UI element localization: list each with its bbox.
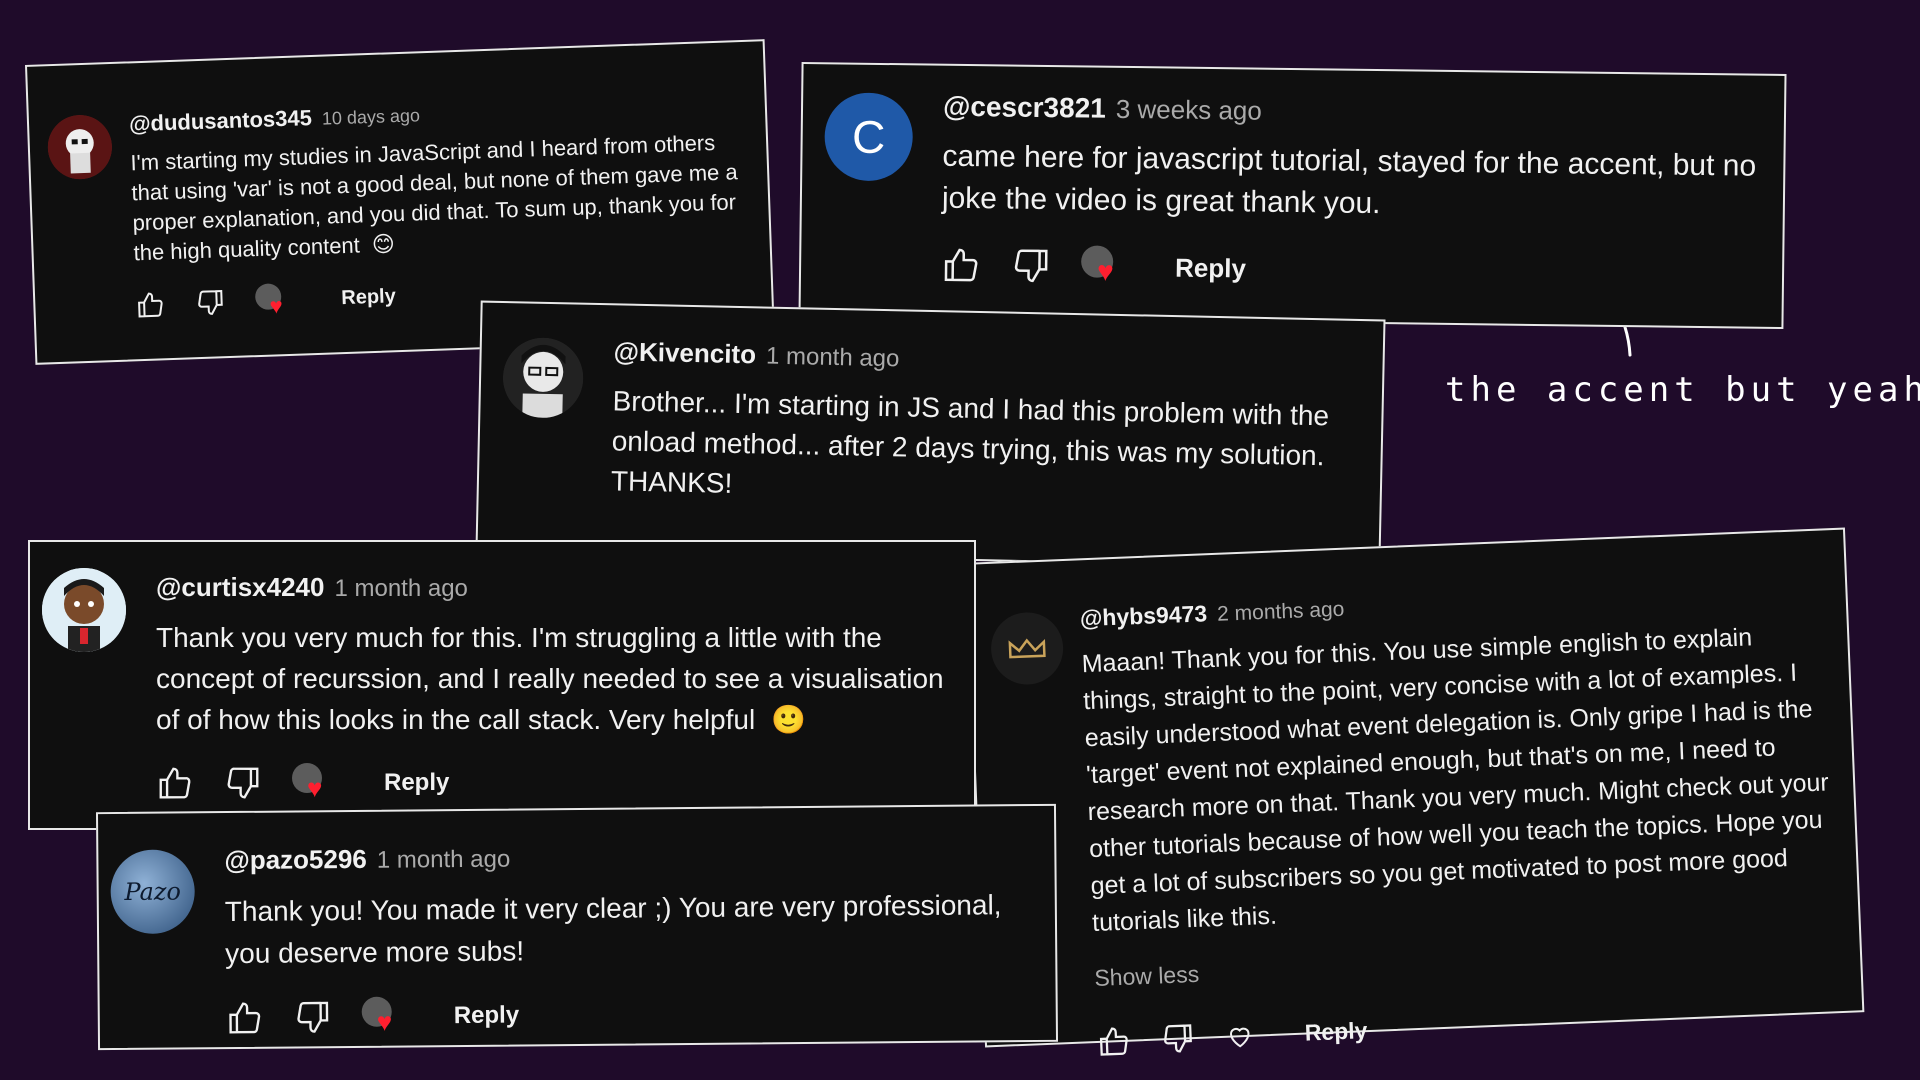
avatar-letter: C bbox=[851, 110, 886, 164]
thumbs-up-icon bbox=[1099, 1026, 1128, 1056]
comment-text-body: I'm starting my studies in JavaScript an… bbox=[130, 129, 739, 266]
dislike-button[interactable] bbox=[224, 764, 262, 802]
comment-time[interactable]: 1 month ago bbox=[377, 846, 511, 874]
slightly-smiling-emoji: 🙂 bbox=[770, 704, 806, 735]
comment-header: @curtisx4240 1 month ago bbox=[156, 566, 956, 609]
comment-card-hybs9473: @hybs9473 2 months ago Maaan! Thank you f… bbox=[965, 527, 1865, 1056]
comment-time[interactable]: 1 month ago bbox=[334, 575, 467, 602]
thumbs-up-icon bbox=[944, 248, 978, 282]
creator-heart: ♥ bbox=[254, 283, 292, 319]
like-button[interactable] bbox=[1096, 1023, 1131, 1058]
stormtrooper-avatar-icon bbox=[46, 114, 113, 181]
reply-button[interactable]: Reply bbox=[384, 762, 449, 803]
thumbs-down-icon bbox=[297, 1001, 329, 1033]
smiling-emoji: 😊 bbox=[371, 231, 396, 257]
comment-author[interactable]: @curtisx4240 bbox=[156, 572, 324, 602]
heart-icon: ♥ bbox=[376, 1006, 393, 1037]
person-glasses-avatar-icon bbox=[502, 337, 584, 419]
heart-button[interactable] bbox=[1224, 1020, 1255, 1051]
heart-icon: ♥ bbox=[1096, 255, 1114, 287]
user-avatar: Pazo bbox=[110, 849, 196, 935]
comment-header: @Kivencito 1 month ago bbox=[613, 331, 1354, 388]
dislike-button[interactable] bbox=[195, 287, 226, 318]
cartoon-person-avatar-icon bbox=[42, 568, 126, 652]
comment-card-pazo5296: Pazo @pazo5296 1 month ago Thank you! You… bbox=[95, 803, 1059, 1051]
comment-text: Thank you! You made it very clear ;) You… bbox=[224, 889, 1002, 970]
like-button[interactable] bbox=[226, 999, 264, 1037]
comment-time[interactable]: 3 weeks ago bbox=[1116, 94, 1262, 126]
comment-author[interactable]: @Kivencito bbox=[613, 336, 756, 369]
thumbs-up-icon bbox=[229, 1002, 261, 1034]
comment-text: I'm starting my studies in JavaScript an… bbox=[130, 127, 744, 268]
comment-card-cescr3821: C @cescr3821 3 weeks ago came here for ja… bbox=[798, 61, 1787, 330]
comment-author[interactable]: @cescr3821 bbox=[943, 91, 1106, 124]
comment-text: came here for javascript tutorial, staye… bbox=[941, 139, 1757, 221]
comment-card-curtisx4240: @curtisx4240 1 month ago Thank you very m… bbox=[28, 540, 976, 830]
comment-text: Brother... I'm starting in JS and I had … bbox=[610, 385, 1330, 499]
annotation-label: the accent but yeah bbox=[1445, 370, 1920, 410]
dislike-button[interactable] bbox=[1160, 1021, 1195, 1056]
comment-text-body: Thank you very much for this. I'm strugg… bbox=[156, 622, 944, 735]
thumbs-down-icon bbox=[1164, 1023, 1192, 1053]
comment-header: @pazo5296 1 month ago bbox=[224, 832, 1044, 883]
creator-heart: ♥ bbox=[361, 996, 404, 1037]
reply-button[interactable]: Reply bbox=[341, 281, 396, 313]
heart-outline-icon bbox=[1229, 1027, 1250, 1047]
comment-author[interactable]: @pazo5296 bbox=[224, 844, 367, 875]
comment-header: @cescr3821 3 weeks ago bbox=[943, 86, 1763, 138]
user-avatar: C bbox=[824, 92, 914, 182]
like-button[interactable] bbox=[156, 764, 194, 802]
show-less-button[interactable]: Show less bbox=[1094, 956, 1200, 997]
creator-heart: ♥ bbox=[292, 762, 334, 803]
comment-card-kivencito: @Kivencito 1 month ago Brother... I'm sta… bbox=[475, 300, 1386, 570]
thumbs-down-icon bbox=[198, 290, 223, 315]
dislike-button[interactable] bbox=[294, 998, 332, 1036]
user-avatar bbox=[989, 611, 1065, 686]
reply-button[interactable]: Reply bbox=[1175, 247, 1246, 290]
thumbs-down-icon bbox=[227, 767, 259, 798]
reply-button[interactable]: Reply bbox=[454, 995, 520, 1038]
crown-icon bbox=[1008, 638, 1046, 659]
dislike-button[interactable] bbox=[1011, 246, 1051, 286]
thumbs-up-icon bbox=[138, 292, 163, 318]
thumbs-down-icon bbox=[1014, 249, 1048, 283]
like-button[interactable] bbox=[941, 245, 981, 285]
thumbs-up-icon bbox=[159, 767, 191, 798]
user-avatar bbox=[46, 114, 113, 181]
reply-button[interactable]: Reply bbox=[1304, 1012, 1368, 1051]
comment-author[interactable]: @hybs9473 bbox=[1079, 600, 1207, 631]
comment-time[interactable]: 10 days ago bbox=[322, 105, 421, 128]
comment-author[interactable]: @dudusantos345 bbox=[129, 105, 313, 136]
annotation-text: the accent but yeah bbox=[1445, 370, 1920, 410]
heart-icon: ♥ bbox=[269, 293, 284, 319]
comment-text: Maaan! Thank you for this. You use simpl… bbox=[1081, 623, 1830, 938]
user-avatar bbox=[502, 337, 584, 419]
comment-time[interactable]: 2 months ago bbox=[1217, 598, 1345, 626]
comment-text: Thank you very much for this. I'm strugg… bbox=[156, 617, 956, 740]
comment-time[interactable]: 1 month ago bbox=[766, 343, 900, 373]
user-avatar bbox=[42, 568, 126, 652]
like-button[interactable] bbox=[135, 289, 166, 320]
heart-icon: ♥ bbox=[307, 772, 323, 803]
creator-heart: ♥ bbox=[1080, 245, 1126, 288]
avatar-signature: Pazo bbox=[124, 877, 182, 906]
